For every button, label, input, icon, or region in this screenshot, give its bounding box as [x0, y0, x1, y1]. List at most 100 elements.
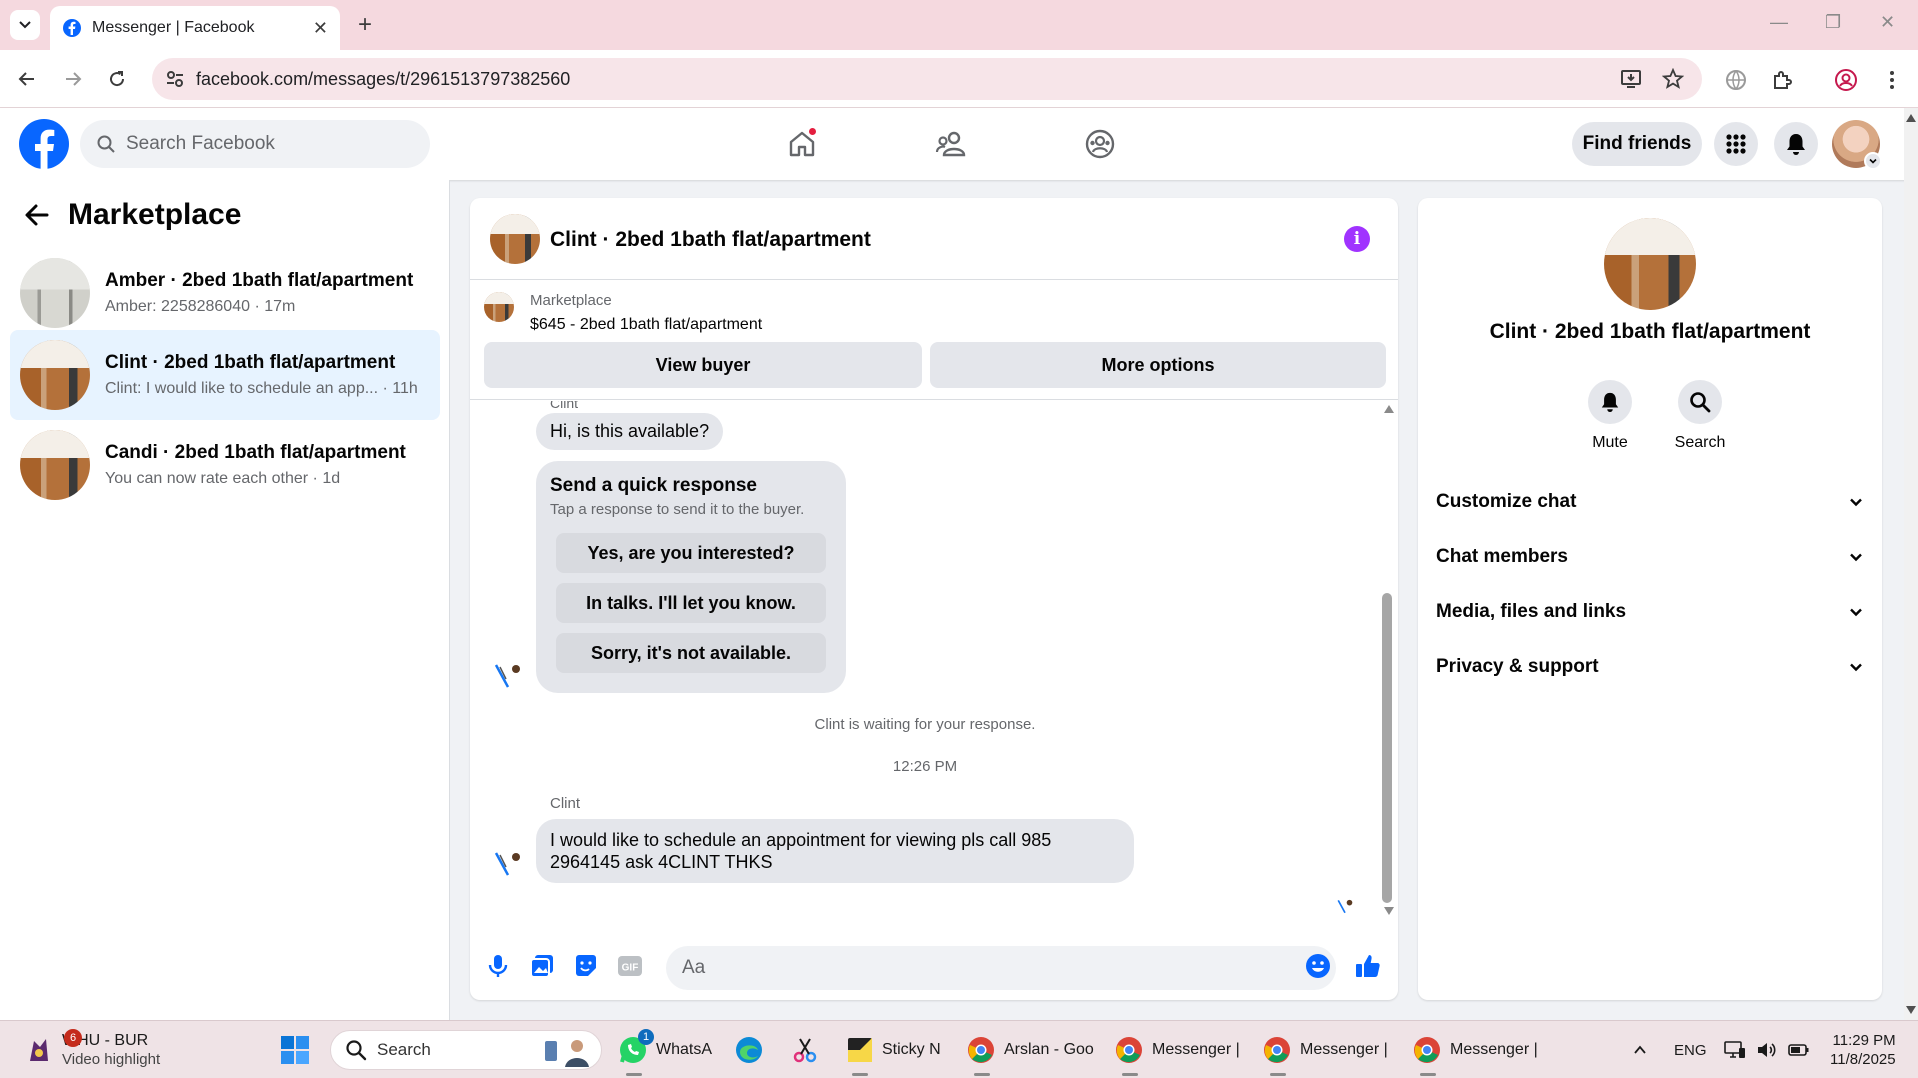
- photo-icon[interactable]: [528, 952, 556, 980]
- message-list: Clint Hi, is this available? Send a quic…: [470, 401, 1380, 919]
- conversation-thumbnail: [20, 258, 90, 328]
- profile-icon[interactable]: [1834, 68, 1858, 92]
- taskbar-clock[interactable]: 11:29 PM 11/8/2025: [1830, 1031, 1896, 1069]
- minimize-icon[interactable]: —: [1770, 12, 1788, 33]
- page-scrollbar[interactable]: [1904, 108, 1918, 1020]
- back-arrow-icon[interactable]: [24, 202, 50, 228]
- taskbar-search[interactable]: Search: [330, 1030, 602, 1070]
- facebook-header: Find friends: [0, 108, 1906, 180]
- taskbar-sticky-notes[interactable]: Sticky N: [846, 1021, 941, 1078]
- conversation-item-candi[interactable]: Candi · 2bed 1bath flat/apartment You ca…: [10, 420, 440, 510]
- row-label: Privacy & support: [1436, 656, 1599, 677]
- back-button[interactable]: [12, 64, 42, 94]
- info-icon[interactable]: i: [1344, 226, 1370, 252]
- url-text[interactable]: facebook.com/messages/t/2961513797382560: [196, 69, 570, 90]
- scroll-down-icon[interactable]: [1906, 1006, 1916, 1014]
- search-conversation-button[interactable]: [1678, 380, 1722, 424]
- taskbar-chrome-messenger-1[interactable]: Messenger |: [1114, 1021, 1240, 1078]
- tab-search-button[interactable]: [10, 10, 40, 40]
- site-settings-icon[interactable]: [164, 68, 186, 90]
- gif-icon[interactable]: GIF: [616, 952, 644, 980]
- account-chevron[interactable]: [1864, 152, 1882, 170]
- more-options-button[interactable]: More options: [930, 342, 1386, 388]
- taskbar-whatsapp[interactable]: 1 WhatsA: [618, 1021, 712, 1078]
- quick-response-card: Send a quick response Tap a response to …: [536, 461, 846, 693]
- chat-title[interactable]: Clint · 2bed 1bath flat/apartment: [550, 228, 871, 252]
- notifications-button[interactable]: [1774, 122, 1818, 166]
- quick-response-yes[interactable]: Yes, are you interested?: [556, 533, 826, 573]
- close-window-icon[interactable]: ✕: [1880, 12, 1895, 33]
- taskbar-chrome-messenger-3[interactable]: Messenger |: [1412, 1021, 1538, 1078]
- edge-icon: [736, 1037, 762, 1063]
- emoji-icon[interactable]: [1304, 952, 1332, 980]
- start-button[interactable]: [280, 1021, 310, 1078]
- message-input[interactable]: [666, 946, 1336, 990]
- nav-home[interactable]: [772, 122, 832, 166]
- page-title: Marketplace: [68, 198, 242, 231]
- mute-button[interactable]: [1588, 380, 1632, 424]
- privacy-support-row[interactable]: Privacy & support: [1436, 645, 1864, 689]
- chat-avatar[interactable]: [490, 214, 540, 264]
- marketplace-sidebar: Marketplace Amber · 2bed 1bath flat/apar…: [0, 180, 450, 1020]
- volume-icon: [1758, 1043, 1776, 1057]
- facebook-search-box[interactable]: [80, 120, 430, 168]
- find-friends-button[interactable]: Find friends: [1572, 122, 1702, 166]
- thumbs-up-icon[interactable]: [1354, 952, 1382, 980]
- mute-action[interactable]: Mute: [1570, 380, 1650, 452]
- svg-text:GIF: GIF: [622, 963, 639, 974]
- weather-widget[interactable]: 6 WHU - BUR Video highlight: [24, 1021, 160, 1078]
- running-indicator: [852, 1073, 868, 1076]
- bookmark-star-icon[interactable]: [1662, 68, 1684, 90]
- search-action[interactable]: Search: [1660, 380, 1740, 452]
- browser-menu-icon[interactable]: [1880, 68, 1904, 92]
- tab-close-icon[interactable]: ✕: [313, 18, 328, 39]
- language-indicator[interactable]: ENG: [1674, 1021, 1707, 1078]
- translate-globe-icon[interactable]: [1724, 68, 1748, 92]
- chevron-down-icon: [1850, 608, 1862, 617]
- conversation-item-amber[interactable]: Amber · 2bed 1bath flat/apartment Amber:…: [10, 248, 440, 338]
- chevron-down-icon: [1850, 553, 1862, 562]
- quick-response-in-talks[interactable]: In talks. I'll let you know.: [556, 583, 826, 623]
- taskbar-chrome-arslan[interactable]: Arslan - Goo: [966, 1021, 1094, 1078]
- sidebar-header: Marketplace: [24, 198, 241, 232]
- address-bar[interactable]: facebook.com/messages/t/2961513797382560: [152, 58, 1702, 100]
- taskbar-edge[interactable]: [734, 1021, 764, 1078]
- new-tab-button[interactable]: +: [350, 10, 380, 40]
- system-tray[interactable]: [1724, 1021, 1810, 1078]
- chat-members-row[interactable]: Chat members: [1436, 535, 1864, 579]
- message-sender: Clint: [550, 795, 581, 812]
- browser-tab[interactable]: Messenger | Facebook ✕: [50, 6, 340, 50]
- chat-scroll-thumb[interactable]: [1382, 593, 1392, 903]
- nav-groups[interactable]: [1070, 122, 1130, 166]
- scroll-up-icon[interactable]: [1906, 114, 1916, 122]
- show-hidden-icons[interactable]: [1632, 1021, 1648, 1078]
- scroll-up-icon[interactable]: [1384, 405, 1394, 413]
- conversation-name: Candi · 2bed 1bath flat/apartment: [105, 442, 406, 463]
- sticker-icon[interactable]: [572, 952, 600, 980]
- reload-icon: [110, 71, 125, 87]
- view-buyer-button[interactable]: View buyer: [484, 342, 922, 388]
- media-files-links-row[interactable]: Media, files and links: [1436, 590, 1864, 634]
- customize-chat-row[interactable]: Customize chat: [1436, 480, 1864, 524]
- nav-friends[interactable]: [921, 122, 981, 166]
- reload-button[interactable]: [102, 64, 132, 94]
- clock-date: 11/8/2025: [1830, 1051, 1896, 1068]
- listing-price-title[interactable]: $645 - 2bed 1bath flat/apartment: [530, 316, 762, 334]
- install-app-icon[interactable]: [1620, 68, 1642, 90]
- facebook-logo-icon[interactable]: [18, 118, 70, 170]
- menu-button[interactable]: [1714, 122, 1758, 166]
- microphone-icon[interactable]: [484, 952, 512, 980]
- scroll-down-icon[interactable]: [1384, 907, 1394, 915]
- extensions-puzzle-icon[interactable]: [1770, 68, 1794, 92]
- forward-button[interactable]: [58, 64, 88, 94]
- restore-icon[interactable]: ❐: [1825, 12, 1841, 33]
- conversation-item-clint[interactable]: Clint · 2bed 1bath flat/apartment Clint:…: [10, 330, 440, 420]
- listing-thumbnail: [484, 292, 514, 322]
- search-highlight-icon: [545, 1040, 589, 1067]
- facebook-search-input[interactable]: [126, 133, 406, 155]
- quick-response-sorry[interactable]: Sorry, it's not available.: [556, 633, 826, 673]
- chat-header: Clint · 2bed 1bath flat/apartment i: [470, 198, 1398, 280]
- taskbar-snipping-tool[interactable]: [790, 1021, 820, 1078]
- whatsapp-label: WhatsA: [656, 1041, 713, 1058]
- taskbar-chrome-messenger-2[interactable]: Messenger |: [1262, 1021, 1388, 1078]
